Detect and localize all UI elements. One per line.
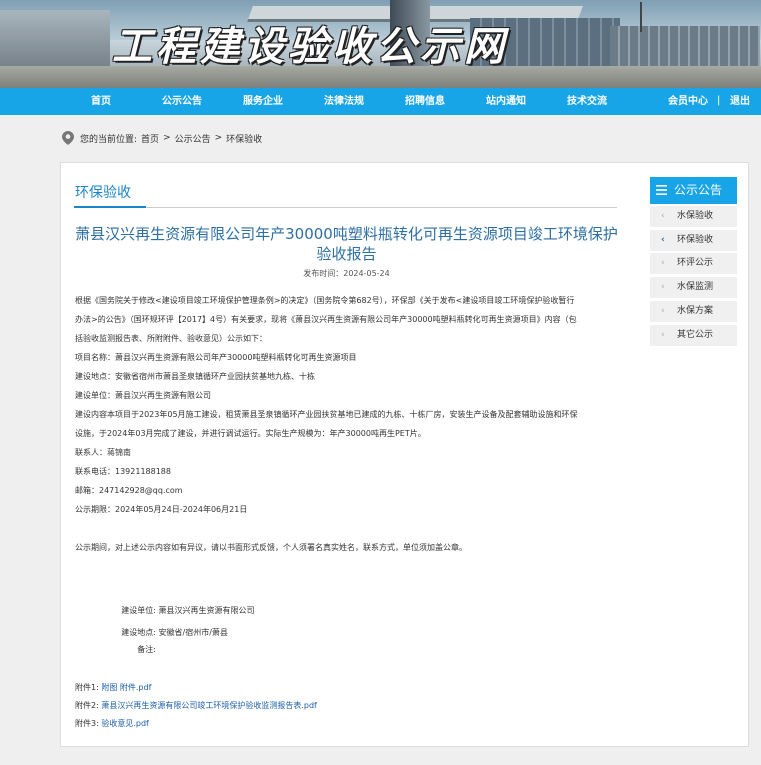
- nav-separator: |: [717, 95, 721, 106]
- sidebar-item-other-notices[interactable]: ‹ 其它公示: [650, 325, 737, 346]
- nav-member-center[interactable]: 会员中心: [668, 88, 708, 115]
- article-body: 根据《国务院关于修改<建设项目竣工环境保护管理条例>的决定》（国务院令第682号…: [75, 291, 625, 557]
- chevron-left-icon: ‹: [661, 258, 665, 268]
- sidebar-item-label: 其它公示: [677, 330, 714, 340]
- sidebar-item-water-plan[interactable]: ‹ 水保方案: [650, 301, 737, 322]
- sidebar-item-eia-notice[interactable]: ‹ 环评公示: [650, 253, 737, 274]
- article-objection-note: 公示期间，对上述公示内容如有异议，请以书面形式反馈，个人须署名真实姓名，联系方式…: [75, 543, 467, 552]
- breadcrumb-home[interactable]: 首页: [141, 132, 159, 145]
- breadcrumb: 您的当前位置: 首页 > 公示公告 > 环保验收: [62, 130, 266, 146]
- sidebar-item-label: 水保监测: [677, 282, 714, 292]
- attachment-label: 附件1:: [75, 683, 99, 692]
- site-title: 工程建设验收公示网: [112, 23, 508, 70]
- article-paragraph: 建设地点：安徽省宿州市萧县圣泉镇循环产业园扶贫基地九栋、十栋: [75, 372, 315, 381]
- article-contact-person: 联系人：蒋锦南: [75, 448, 131, 457]
- main-nav: 首页 公示公告 服务企业 法律法规 招聘信息 站内通知 技术交流 会员中心 | …: [0, 88, 761, 115]
- nav-item-laws[interactable]: 法律法规: [324, 88, 364, 115]
- banner-glass-building: [610, 26, 760, 68]
- article-paragraph: 括验收监测报告表、所附附件、验收意见）公示如下：: [75, 334, 267, 343]
- article-paragraph: 建设内容本项目于2023年05月施工建设，租赁萧县圣泉镇循环产业园扶贫基地已建成…: [75, 410, 578, 419]
- attachment-row: 附件3: 验收意见.pdf: [75, 718, 149, 729]
- sidebar-item-label: 环保验收: [677, 235, 714, 245]
- attachment-label: 附件3:: [75, 719, 99, 728]
- attachment-link[interactable]: 萧县汉兴再生资源有限公司竣工环境保护验收监测报告表.pdf: [101, 701, 317, 710]
- article-contact-phone: 联系电话：13921188188: [75, 467, 171, 476]
- sidebar-header: 公示公告: [650, 177, 737, 204]
- chevron-left-icon: ‹: [661, 282, 665, 292]
- breadcrumb-current[interactable]: 环保验收: [226, 132, 262, 145]
- signature-value: 萧县汉兴再生资源有限公司: [158, 606, 255, 615]
- nav-item-announcements[interactable]: 公示公告: [162, 88, 202, 115]
- attachment-label: 附件2:: [75, 701, 99, 710]
- signature-value: 安徽省/宿州市/萧县: [158, 628, 228, 637]
- article-spacer: [75, 519, 625, 538]
- banner-crane: [640, 2, 642, 32]
- chevron-left-icon: ‹: [661, 235, 665, 245]
- breadcrumb-separator: >: [163, 133, 171, 143]
- article-paragraph: 办法>的公告》（国环规环评【2017】4号）有关要求，现将《萧县汉兴再生资源有限…: [75, 315, 577, 324]
- nav-logout[interactable]: 退出: [730, 88, 750, 115]
- article-date: 发布时间：2024-05-24: [303, 269, 390, 278]
- menu-icon: [656, 185, 667, 195]
- breadcrumb-announcements[interactable]: 公示公告: [175, 132, 211, 145]
- signature-row: 建设单位: 萧县汉兴再生资源有限公司: [111, 605, 255, 616]
- signature-label: 建设地点:: [121, 628, 156, 637]
- article-notice-period: 公示期限：2024年05月24日-2024年06月21日: [75, 505, 248, 514]
- chevron-left-icon: ‹: [661, 211, 665, 221]
- sidebar-item-env-acceptance[interactable]: ‹ 环保验收: [650, 230, 737, 251]
- chevron-left-icon: ‹: [661, 306, 665, 316]
- breadcrumb-prefix: 您的当前位置:: [80, 134, 138, 145]
- sidebar-header-label: 公示公告: [674, 183, 723, 197]
- site-banner: 工程建设验收公示网: [0, 0, 761, 88]
- nav-item-home[interactable]: 首页: [91, 88, 111, 115]
- attachment-link[interactable]: 验收意见.pdf: [101, 719, 149, 728]
- section-title: 环保验收: [75, 185, 131, 201]
- section-divider: [74, 206, 617, 208]
- nav-item-services[interactable]: 服务企业: [243, 88, 283, 115]
- signature-row: 建设地点: 安徽省/宿州市/萧县: [111, 627, 228, 638]
- signature-label: 建设单位:: [121, 606, 156, 615]
- banner-building: [0, 10, 110, 70]
- signature-row: 备注:: [111, 644, 156, 655]
- nav-item-notices[interactable]: 站内通知: [486, 88, 526, 115]
- sidebar-item-label: 水保方案: [677, 306, 714, 316]
- attachment-row: 附件1: 附图 附件.pdf: [75, 682, 151, 693]
- chevron-left-icon: ‹: [661, 330, 665, 340]
- article-email: 邮箱：247142928@qq.com: [75, 486, 183, 495]
- signature-label: 备注:: [137, 645, 156, 654]
- sidebar-item-label: 环评公示: [677, 258, 714, 268]
- breadcrumb-separator: >: [214, 133, 223, 143]
- nav-item-jobs[interactable]: 招聘信息: [405, 88, 445, 115]
- sidebar-item-water-monitoring[interactable]: ‹ 水保监测: [650, 277, 737, 298]
- article-paragraph: 根据《国务院关于修改<建设项目竣工环境保护管理条例>的决定》（国务院令第682号…: [75, 296, 575, 305]
- location-pin-icon: [62, 131, 74, 145]
- article-paragraph: 项目名称：萧县汉兴再生资源有限公司年产30000吨塑料瓶转化可再生资源项目: [75, 353, 357, 362]
- sidebar-item-water-acceptance[interactable]: ‹ 水保验收: [650, 206, 737, 227]
- article-paragraph: 设施，于2024年03月完成了建设，并进行调试运行。实际生产规模为：年产3000…: [75, 429, 426, 438]
- nav-item-tech[interactable]: 技术交流: [567, 88, 607, 115]
- content-panel: 环保验收 萧县汉兴再生资源有限公司年产30000吨塑料瓶转化可再生资源项目竣工环…: [60, 162, 749, 747]
- attachment-row: 附件2: 萧县汉兴再生资源有限公司竣工环境保护验收监测报告表.pdf: [75, 700, 317, 711]
- article-paragraph: 建设单位：萧县汉兴再生资源有限公司: [75, 391, 211, 400]
- article-title: 萧县汉兴再生资源有限公司年产30000吨塑料瓶转化可再生资源项目竣工环境保护验收…: [75, 225, 618, 263]
- attachment-link[interactable]: 附图 附件.pdf: [101, 683, 151, 692]
- sidebar-item-label: 水保验收: [677, 211, 714, 221]
